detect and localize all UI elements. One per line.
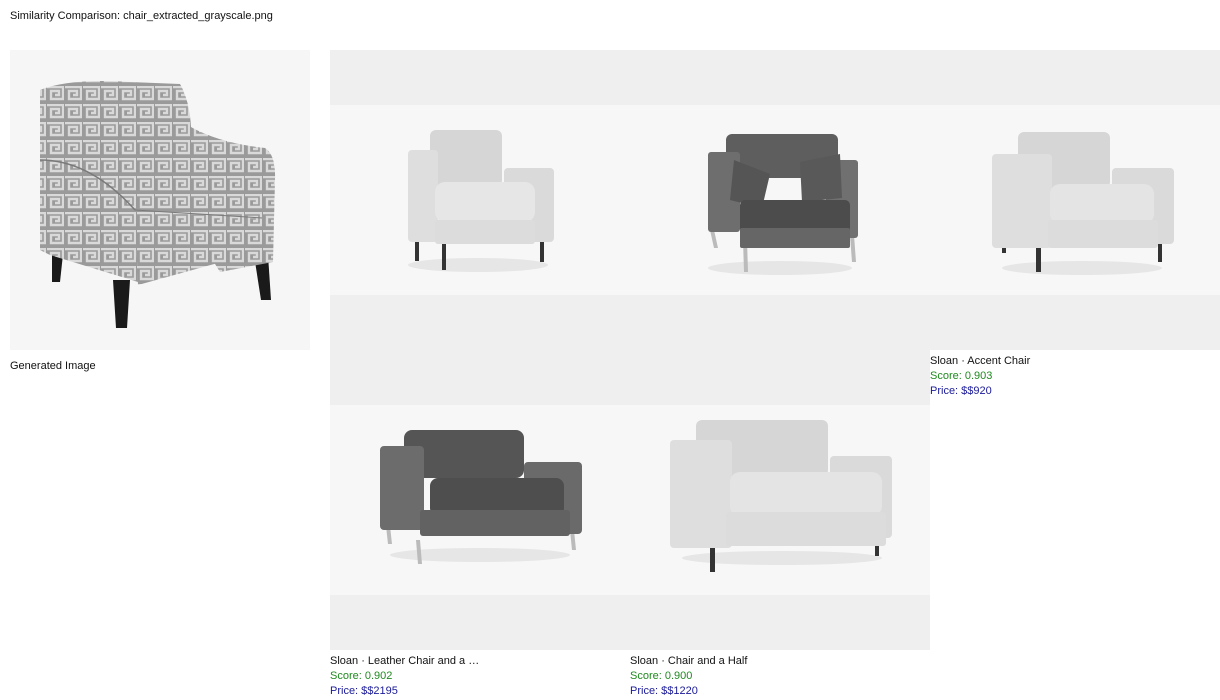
result-score: Score: 0.900 [630, 670, 693, 682]
light-chair-and-a-half-icon [670, 420, 892, 572]
result-card[interactable] [630, 50, 930, 354]
result-price: Price: $$920 [930, 385, 992, 397]
result-score: Score: 0.903 [930, 370, 993, 382]
result-image[interactable] [630, 350, 930, 650]
result-price: Price: $$2195 [330, 685, 398, 697]
result-name: Sloan · Chair and a Half [630, 655, 748, 667]
light-armchair-icon [408, 130, 554, 272]
light-accent-chair-icon [992, 132, 1174, 275]
result-card[interactable] [330, 50, 630, 354]
result-price: Price: $$1220 [630, 685, 698, 697]
patterned-armchair-icon [39, 81, 276, 328]
result-image[interactable] [630, 50, 930, 350]
leather-armchair-icon [708, 134, 858, 275]
result-name: Sloan · Leather Chair and a Ha... [330, 655, 480, 667]
result-card[interactable]: Sloan · Chair and a Half Score: 0.900 Pr… [630, 350, 930, 699]
result-score: Score: 0.902 [330, 670, 393, 682]
result-card[interactable]: Sloan · Leather Chair and a Ha... Score:… [330, 350, 630, 699]
result-image[interactable] [330, 50, 630, 350]
generated-image [10, 50, 310, 350]
leather-chair-and-a-half-icon [380, 430, 582, 564]
page-title: Similarity Comparison: chair_extracted_g… [10, 10, 273, 22]
result-image[interactable] [930, 50, 1220, 350]
result-card[interactable]: Sloan · Accent Chair Score: 0.903 Price:… [930, 50, 1220, 399]
generated-image-caption: Generated Image [10, 360, 96, 372]
result-image[interactable] [330, 350, 630, 650]
result-name: Sloan · Accent Chair [930, 355, 1031, 367]
